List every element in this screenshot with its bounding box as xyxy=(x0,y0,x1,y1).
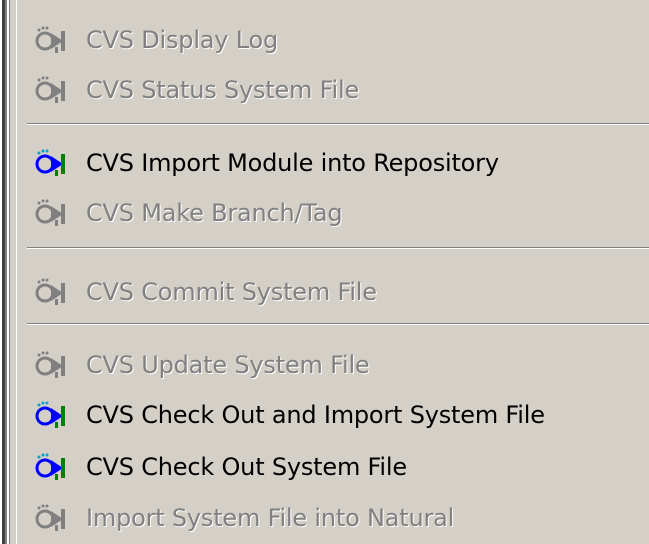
cvs-icon xyxy=(35,26,65,53)
menu-item-cvs-check-out-system-file[interactable]: CVS Check Out System File xyxy=(17,444,649,490)
cvs-icon xyxy=(35,149,65,176)
menu-item-cvs-import-module[interactable]: CVS Import Module into Repository xyxy=(17,140,649,186)
menu-item-cvs-check-out-and-import[interactable]: CVS Check Out and Import System File xyxy=(17,392,649,438)
cvs-icon xyxy=(35,453,65,480)
cvs-icon xyxy=(35,351,65,378)
menu-separator xyxy=(27,247,649,249)
menu-item-label: CVS Display Log xyxy=(86,26,279,54)
menu-item-import-system-file-into-natural[interactable]: Import System File into Natural xyxy=(17,495,649,541)
edge-midtone xyxy=(5,0,7,544)
menu-item-label: CVS Check Out and Import System File xyxy=(86,401,545,429)
menu-item-label: Import System File into Natural xyxy=(86,504,455,532)
menu-item-cvs-display-log[interactable]: CVS Display Log xyxy=(17,17,649,63)
menu-item-cvs-commit-system-file[interactable]: CVS Commit System File xyxy=(17,269,649,315)
menu-separator xyxy=(27,123,649,125)
menu-item-label: CVS Import Module into Repository xyxy=(86,149,499,177)
menu-item-label: CVS Check Out System File xyxy=(86,453,407,481)
menu-separator xyxy=(27,323,649,325)
cvs-icon xyxy=(35,401,65,428)
menu-item-label: CVS Status System File xyxy=(86,76,360,104)
left-window-edge xyxy=(0,0,10,544)
cvs-icon xyxy=(35,278,65,305)
menu-item-cvs-update-system-file[interactable]: CVS Update System File xyxy=(17,342,649,388)
menu-item-cvs-make-branch-tag[interactable]: CVS Make Branch/Tag xyxy=(17,190,649,236)
cvs-icon xyxy=(35,76,65,103)
menu-item-label: CVS Make Branch/Tag xyxy=(86,199,343,227)
cvs-icon xyxy=(35,504,65,531)
menu-item-label: CVS Commit System File xyxy=(86,278,377,306)
cvs-icon xyxy=(35,199,65,226)
context-menu: CVS Display Log CVS Status System File C… xyxy=(16,0,649,544)
menu-item-label: CVS Update System File xyxy=(86,351,370,379)
menu-item-cvs-status-system-file[interactable]: CVS Status System File xyxy=(17,67,649,113)
